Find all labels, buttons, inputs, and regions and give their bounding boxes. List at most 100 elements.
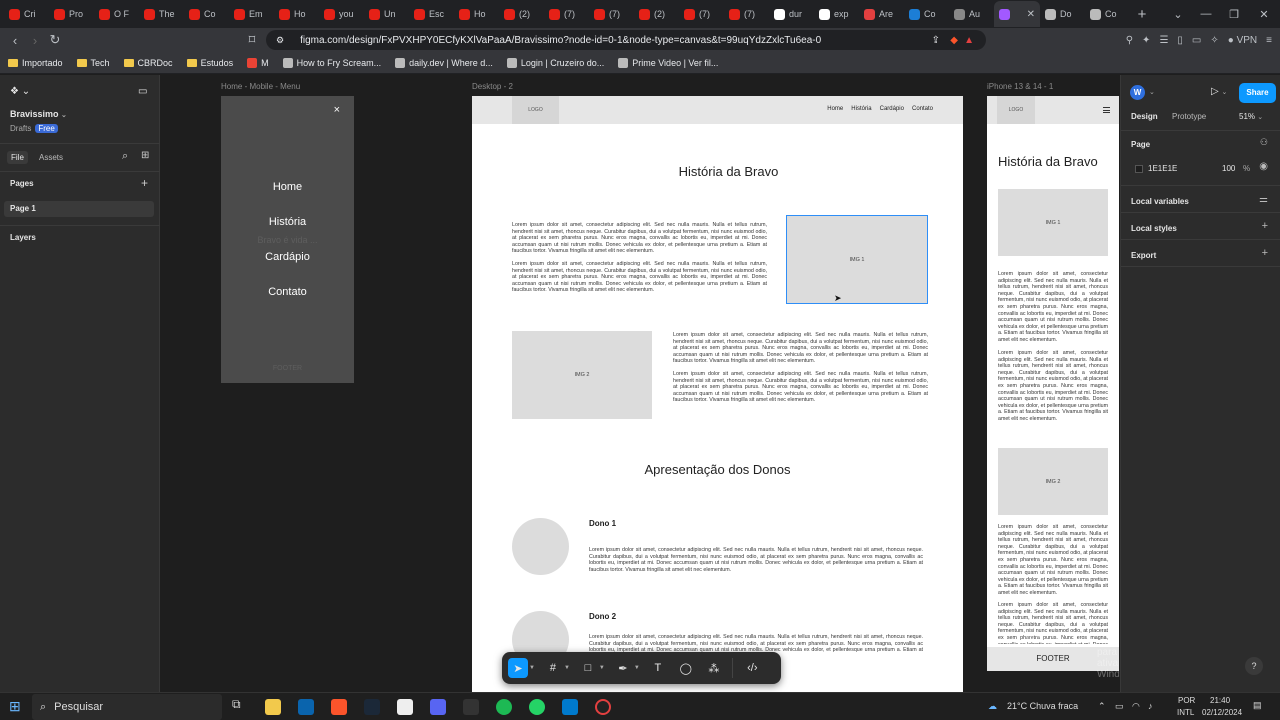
search-icon[interactable]: ⌕ xyxy=(122,150,128,163)
browser-tab[interactable]: (2) xyxy=(499,1,544,27)
forward-icon[interactable]: › xyxy=(25,33,45,48)
frame-label-mobile-menu[interactable]: Home - Mobile - Menu xyxy=(221,82,300,91)
vpn-button[interactable]: ● VPN xyxy=(1228,35,1257,46)
phone-img-1[interactable]: IMG 1 xyxy=(998,189,1108,256)
user-avatar[interactable]: W xyxy=(1130,85,1145,100)
rectangle-tool-icon[interactable]: □ xyxy=(578,658,598,678)
bookmark-item[interactable]: Estudos xyxy=(186,58,233,68)
file-explorer-icon[interactable] xyxy=(265,699,281,715)
browser-tab[interactable]: Co xyxy=(1085,1,1130,27)
browser-tab[interactable]: (2) xyxy=(634,1,679,27)
browser-tab[interactable]: Cri xyxy=(4,1,49,27)
menu-item-home[interactable]: Home xyxy=(221,181,354,193)
img-2-placeholder[interactable]: IMG 2 xyxy=(512,331,652,419)
comment-tool-icon[interactable]: ◯ xyxy=(676,658,696,678)
browser-tab[interactable]: Ho xyxy=(454,1,499,27)
local-styles-label[interactable]: Local styles xyxy=(1131,224,1177,233)
page-item-page-1[interactable]: Page 1 xyxy=(4,201,154,217)
browser-tab[interactable]: (7) xyxy=(679,1,724,27)
browser-tab[interactable]: Pro xyxy=(49,1,94,27)
bookmark-item[interactable]: M xyxy=(247,57,269,68)
dev-mode-icon[interactable]: ‹/› xyxy=(731,658,762,678)
new-tab-button[interactable]: + xyxy=(1130,6,1154,23)
network-icon[interactable]: ▭ xyxy=(1115,701,1124,712)
menu-item-cardapio[interactable]: Cardápio xyxy=(221,251,354,263)
browser-tab[interactable]: The xyxy=(139,1,184,27)
text-tool-icon[interactable]: T xyxy=(648,658,668,678)
add-page-icon[interactable]: + xyxy=(141,176,148,190)
site-info-icon[interactable]: ⚙ xyxy=(276,35,284,46)
browser-tab[interactable]: O F xyxy=(94,1,139,27)
weather-icon[interactable]: ☁ xyxy=(988,701,997,712)
extensions-icon[interactable]: ✦ xyxy=(1142,35,1150,46)
minimize-button[interactable]: — xyxy=(1192,0,1220,28)
notion-icon[interactable] xyxy=(397,699,413,715)
bg-opacity-value[interactable]: 100 xyxy=(1222,164,1235,173)
phone-img-2[interactable]: IMG 2 xyxy=(998,448,1108,515)
move-tool-icon[interactable]: ➤ xyxy=(508,658,528,678)
brave-icon[interactable] xyxy=(331,699,347,715)
browser-tab[interactable]: Un xyxy=(364,1,409,27)
obs-icon[interactable] xyxy=(595,699,611,715)
windows-start-icon[interactable]: ⊞ xyxy=(9,698,21,715)
vscode-icon[interactable] xyxy=(562,699,578,715)
bookmark-item[interactable]: Login | Cruzeiro do... xyxy=(506,57,604,68)
maximize-button[interactable]: ❐ xyxy=(1220,0,1248,28)
browser-tab[interactable]: Co xyxy=(904,1,949,27)
tab-search-icon[interactable]: ⌄ xyxy=(1164,0,1192,28)
nav-link-historia[interactable]: História xyxy=(851,106,871,112)
steam-icon[interactable] xyxy=(364,699,380,715)
frame-label-phone[interactable]: iPhone 13 & 14 - 1 xyxy=(987,82,1053,91)
taskbar-search[interactable]: ⌕ Pesquisar xyxy=(32,694,222,720)
sidebar-icon[interactable]: ▯ xyxy=(1177,35,1183,46)
browser-tab[interactable]: (7) xyxy=(724,1,769,27)
tab-prototype[interactable]: Prototype xyxy=(1172,112,1206,121)
mobile-menu-frame[interactable]: × Home História Bravo é vida ... Cardápi… xyxy=(221,96,354,383)
tray-chevron-icon[interactable]: ⌃ xyxy=(1098,701,1106,712)
tab-assets[interactable]: Assets xyxy=(39,153,63,162)
weather-text[interactable]: 21°C Chuva fraca xyxy=(1007,701,1078,711)
browser-tab[interactable]: Are xyxy=(859,1,904,27)
pin-icon[interactable]: ⚲ xyxy=(1126,35,1133,46)
bookmark-item[interactable]: CBRDoc xyxy=(123,58,173,68)
browser-tab[interactable]: Do xyxy=(1040,1,1085,27)
drafts-label[interactable]: Drafts Free xyxy=(10,124,58,133)
add-export-icon[interactable]: + xyxy=(1262,247,1268,259)
bookmark-item[interactable]: Prime Video | Ver fil... xyxy=(618,57,718,68)
browser-tab[interactable]: Co xyxy=(184,1,229,27)
bookmark-icon[interactable]: ⌑ xyxy=(242,32,262,48)
desktop-frame[interactable]: LOGO Home História Cardápio Contato Hist… xyxy=(472,96,963,692)
browser-tab[interactable]: Au xyxy=(949,1,994,27)
present-icon[interactable]: ▷ ⌄ xyxy=(1211,86,1227,97)
visibility-eye-icon[interactable]: ◉ xyxy=(1259,161,1268,172)
language-bottom[interactable]: INTL xyxy=(1177,708,1194,717)
nav-link-cardapio[interactable]: Cardápio xyxy=(880,106,904,112)
library-icon[interactable]: ⊞ xyxy=(141,150,149,161)
img-1-placeholder[interactable]: IMG 1 xyxy=(786,215,928,304)
browser-tab[interactable]: dur xyxy=(769,1,814,27)
export-label[interactable]: Export xyxy=(1131,251,1156,260)
task-view-icon[interactable]: ⧉ xyxy=(232,697,248,713)
terminal-icon[interactable] xyxy=(463,699,479,715)
browser-tab[interactable]: ✕ xyxy=(994,1,1040,27)
clock-time[interactable]: 21:40 xyxy=(1210,696,1230,705)
toggle-sidebar-icon[interactable]: ▭ xyxy=(138,86,147,97)
reading-list-icon[interactable]: ☰ xyxy=(1159,35,1168,46)
bookmark-item[interactable]: Importado xyxy=(8,58,63,68)
browser-tab[interactable]: Em xyxy=(229,1,274,27)
nav-link-home[interactable]: Home xyxy=(827,106,843,112)
whatsapp-icon[interactable] xyxy=(529,699,545,715)
frame-tool-icon[interactable]: # xyxy=(543,658,563,678)
clock-date[interactable]: 02/12/2024 xyxy=(1202,708,1242,717)
reload-icon[interactable]: ↻ xyxy=(45,32,65,48)
iphone-frame[interactable]: LOGO História da Bravo IMG 1 Lorem ipsum… xyxy=(987,96,1119,671)
tab-file[interactable]: File xyxy=(7,151,28,164)
leo-icon[interactable]: ✧ xyxy=(1210,35,1218,46)
tab-design[interactable]: Design xyxy=(1131,112,1158,121)
address-bar[interactable]: ⚙ figma.com/design/FxPVXHPY0ECfyKXlVaPaa… xyxy=(266,30,986,50)
bg-color-swatch[interactable] xyxy=(1135,165,1143,173)
wifi-icon[interactable]: ◠ xyxy=(1132,701,1140,712)
brave-shield-icon[interactable]: ◆ xyxy=(950,35,958,46)
discord-icon[interactable] xyxy=(430,699,446,715)
pen-tool-icon[interactable]: ✒ xyxy=(613,658,633,678)
